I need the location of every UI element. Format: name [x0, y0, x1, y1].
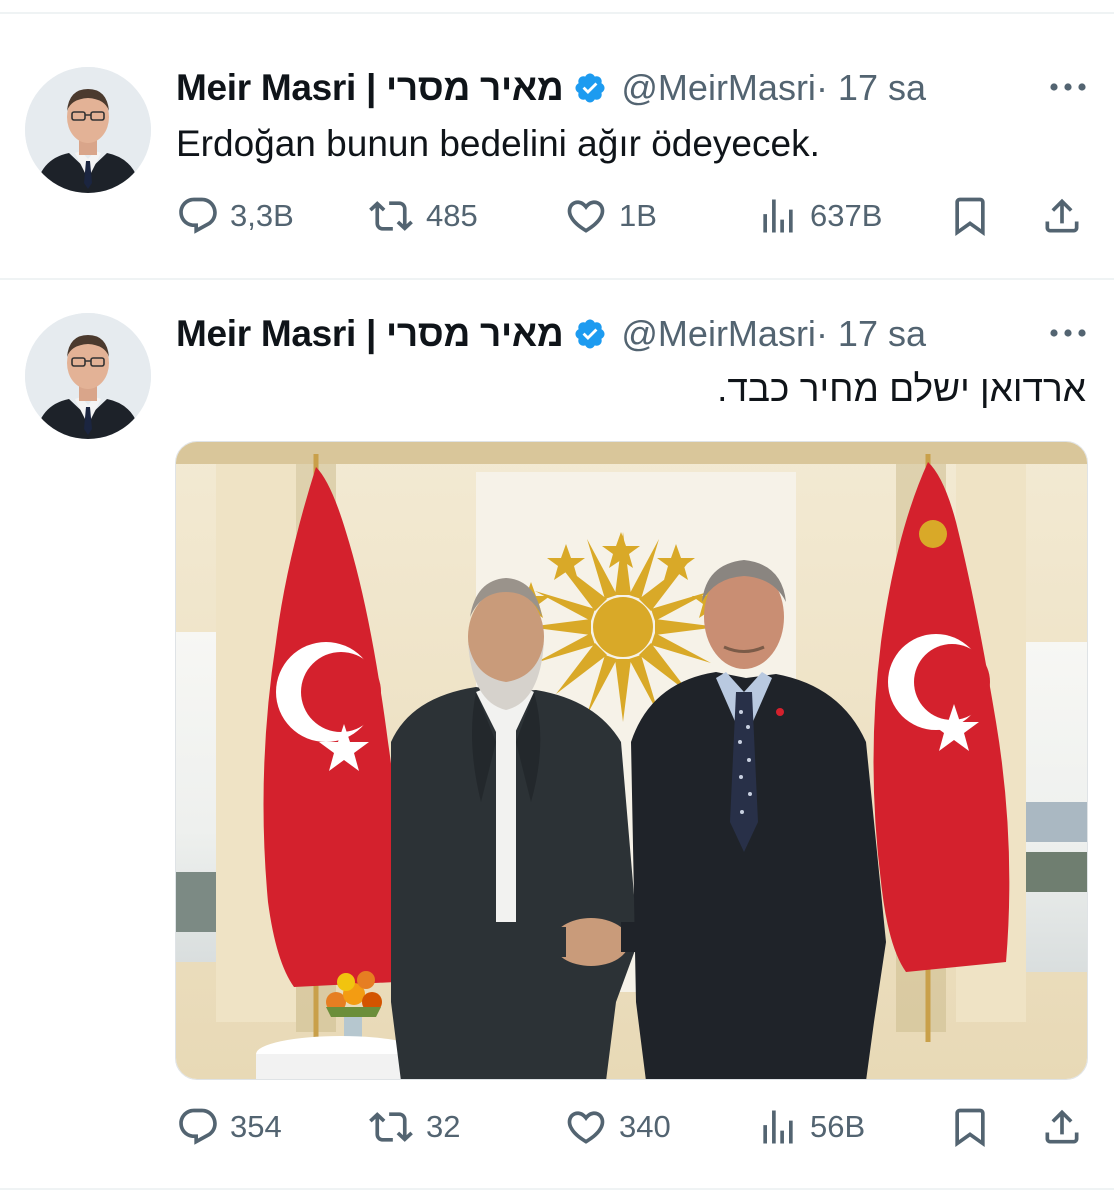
retweet-icon [369, 1112, 413, 1142]
author-handle[interactable]: @MeirMasri [621, 313, 816, 355]
like-heart-icon [567, 1111, 605, 1144]
bookmark-button[interactable] [948, 186, 992, 246]
like-heart-icon [567, 200, 605, 233]
share-icon [1045, 198, 1079, 233]
reply-icon [179, 1108, 217, 1145]
retweet-count: 485 [426, 198, 478, 233]
retweet-icon [369, 201, 413, 231]
bookmark-button[interactable] [948, 1097, 992, 1157]
author-handle[interactable]: @MeirMasri [621, 67, 816, 109]
retweet-button[interactable]: 32 [366, 1097, 460, 1157]
tweet-header: Meir Masri | מאיר מסרי @MeirMasri · 17 s… [176, 311, 1090, 357]
like-count: 340 [619, 1109, 671, 1144]
photo-handshake-image [176, 442, 1087, 1079]
views-count: 637B [810, 198, 883, 233]
tweet-text: Erdoğan bunun bedelini ağır ödeyecek. [176, 123, 820, 164]
like-button[interactable]: 340 [563, 1097, 671, 1157]
tweet-time[interactable]: · 17 sa [816, 67, 926, 109]
views-button[interactable]: 637B [756, 186, 882, 246]
tweet-text: ארדואן ישלם מחיר כבד. [717, 368, 1086, 409]
reply-count: 3,3B [230, 198, 294, 233]
bookmark-icon [955, 1108, 985, 1148]
reply-button[interactable]: 3,3B [176, 186, 294, 246]
verified-badge-icon [575, 73, 605, 103]
bottom-divider [0, 1188, 1114, 1190]
tweet-photo[interactable] [175, 441, 1088, 1080]
bookmark-icon [955, 197, 985, 237]
author-avatar[interactable] [25, 67, 151, 193]
retweet-count: 32 [426, 1109, 461, 1144]
tweet-actions: 3,3B 485 1B 637B [0, 186, 1114, 246]
views-chart-icon [763, 1110, 793, 1144]
reply-count: 354 [230, 1109, 282, 1144]
author-name[interactable]: Meir Masri | מאיר מסרי [176, 67, 564, 109]
views-count: 56B [810, 1109, 866, 1144]
views-chart-icon [763, 199, 793, 233]
author-name[interactable]: Meir Masri | מאיר מסרי [176, 313, 564, 355]
like-count: 1B [619, 198, 657, 233]
reply-button[interactable]: 354 [176, 1097, 282, 1157]
reply-icon [179, 197, 217, 234]
more-options-icon[interactable] [1044, 69, 1092, 105]
more-options-icon[interactable] [1044, 315, 1092, 351]
share-button[interactable] [1040, 1097, 1084, 1157]
tweet-1[interactable]: Meir Masri | מאיר מסרי @MeirMasri · 17 s… [0, 0, 1114, 278]
share-icon [1045, 1109, 1079, 1144]
tweet-actions: 354 32 340 56B [0, 1097, 1114, 1157]
author-avatar[interactable] [25, 313, 151, 439]
like-button[interactable]: 1B [563, 186, 657, 246]
views-button[interactable]: 56B [756, 1097, 865, 1157]
retweet-button[interactable]: 485 [366, 186, 478, 246]
tweet-2[interactable]: Meir Masri | מאיר מסרי @MeirMasri · 17 s… [0, 280, 1114, 1190]
tweet-header: Meir Masri | מאיר מסרי @MeirMasri · 17 s… [176, 65, 1090, 111]
verified-badge-icon [575, 319, 605, 349]
tweet-time[interactable]: · 17 sa [816, 313, 926, 355]
share-button[interactable] [1040, 186, 1084, 246]
